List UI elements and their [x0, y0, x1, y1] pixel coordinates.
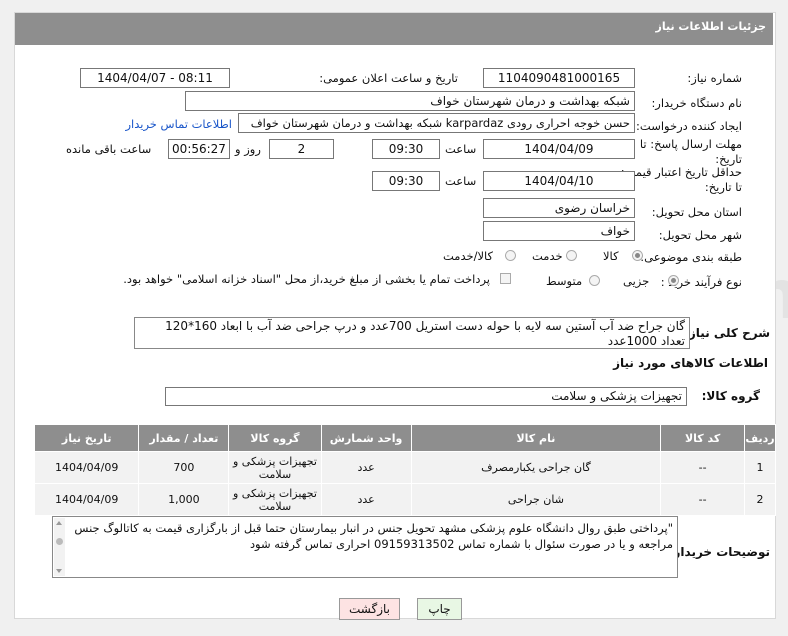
category-option-goods: کالا	[603, 249, 619, 263]
buyer-notes-text[interactable]: "پرداختی طبق روال دانشگاه علوم پزشکی مشه…	[67, 520, 673, 575]
category-radio-service[interactable]	[566, 250, 577, 261]
reply-time-label: ساعت	[445, 142, 477, 156]
goods-group-label: گروه کالا:	[701, 389, 760, 403]
delivery-province-field: خراسان رضوی	[483, 198, 635, 218]
treasury-payment-checkbox[interactable]	[500, 273, 511, 284]
cell-unit: عدد	[320, 451, 412, 484]
buyer-contact-link[interactable]: اطلاعات تماس خریدار	[125, 117, 232, 131]
category-option-goods-service: کالا/خدمت	[443, 249, 494, 263]
category-radio-goods-service[interactable]	[505, 250, 516, 261]
col-unit: واحد شمارش	[320, 424, 412, 452]
cell-code: --	[660, 483, 746, 516]
price-validity-label: حداقل تاریخ اعتبار قیمت: تا تاریخ:	[620, 165, 742, 194]
price-validity-date: 1404/04/10	[483, 171, 635, 191]
general-desc-textarea[interactable]: گان جراح ضد آب آستین سه لایه با حوله دست…	[134, 317, 690, 349]
scroll-down-icon[interactable]	[56, 569, 62, 573]
delivery-city-label: شهر محل تحویل:	[658, 228, 742, 242]
requester-label: ایجاد کننده درخواست:	[636, 119, 742, 133]
cell-group: تجهیزات پزشکی و سلامت	[228, 483, 322, 516]
remaining-time-label: ساعت باقی مانده	[66, 142, 152, 156]
need-number-field: 1104090481000165	[483, 68, 635, 88]
col-code: کد کالا	[660, 424, 746, 452]
goods-table: ردیف کد کالا نام کالا واحد شمارش گروه کا…	[33, 424, 776, 516]
process-option-medium: متوسط	[546, 274, 583, 288]
category-option-service: خدمت	[532, 249, 563, 263]
category-radio-goods[interactable]	[632, 250, 643, 261]
remaining-time-field: 00:56:27	[168, 139, 230, 159]
cell-date: 1404/04/09	[33, 451, 140, 484]
col-row: ردیف	[744, 424, 776, 452]
col-date: تاریخ نیاز	[33, 424, 140, 452]
delivery-province-label: استان محل تحویل:	[651, 205, 742, 219]
delivery-city-field: خواف	[483, 221, 635, 241]
goods-table-header: ردیف کد کالا نام کالا واحد شمارش گروه کا…	[33, 424, 776, 452]
reply-days-field: 2	[269, 139, 334, 159]
cell-date: 1404/04/09	[33, 483, 140, 516]
buyer-org-label: نام دستگاه خریدار:	[651, 96, 742, 110]
reply-deadline-date: 1404/04/09	[483, 139, 635, 159]
treasury-payment-note: پرداخت تمام یا بخشی از مبلغ خرید،از محل …	[123, 272, 490, 286]
goods-group-field: تجهیزات پزشکی و سلامت	[165, 387, 687, 406]
col-name: نام کالا	[410, 424, 662, 452]
requester-field: حسن خوجه احراری رودی karpardaz شبکه بهدا…	[238, 113, 635, 133]
process-radio-minor[interactable]	[668, 275, 679, 286]
print-button[interactable]: چاپ	[417, 598, 462, 620]
buyer-notes-label: توضیحات خریدار:	[668, 545, 770, 559]
buyer-notes-scrollbar[interactable]	[54, 518, 65, 576]
goods-section-title: اطلاعات کالاهای مورد نیاز	[613, 356, 768, 370]
process-option-minor: جزیی	[623, 274, 650, 288]
announce-datetime-label: تاریخ و ساعت اعلان عمومی:	[319, 71, 458, 85]
scroll-up-icon[interactable]	[56, 521, 62, 525]
process-radio-medium[interactable]	[589, 275, 600, 286]
cell-unit: عدد	[320, 483, 412, 516]
scroll-thumb[interactable]	[56, 538, 63, 545]
cell-qty: 1,000	[138, 483, 230, 516]
cell-row: 1	[744, 451, 776, 484]
buyer-org-field: شبکه بهداشت و درمان شهرستان خواف	[185, 91, 635, 111]
category-label: طبقه بندی موضوعی:	[640, 250, 742, 264]
reply-deadline-time: 09:30	[372, 139, 440, 159]
reply-days-label: روز و	[235, 142, 261, 156]
need-number-label: شماره نیاز:	[687, 71, 742, 85]
cell-name: شان جراحی	[410, 483, 662, 516]
price-validity-time-label: ساعت	[445, 174, 477, 188]
cell-name: گان جراحی یکبارمصرف	[410, 451, 662, 484]
panel-title: جزئیات اطلاعات نیاز	[655, 20, 767, 33]
back-button[interactable]: بازگشت	[339, 598, 400, 620]
general-desc-label: شرح کلی نیاز:	[684, 326, 770, 340]
cell-qty: 700	[138, 451, 230, 484]
cell-row: 2	[744, 483, 776, 516]
col-group: گروه کالا	[228, 424, 322, 452]
announce-datetime-field: 1404/04/07 - 08:11	[80, 68, 230, 88]
table-row: 2 -- شان جراحی عدد تجهیزات پزشکی و سلامت…	[33, 483, 776, 516]
buyer-notes-box: "پرداختی طبق روال دانشگاه علوم پزشکی مشه…	[52, 516, 678, 578]
price-validity-time: 09:30	[372, 171, 440, 191]
table-row: 1 -- گان جراحی یکبارمصرف عدد تجهیزات پزش…	[33, 451, 776, 484]
reply-deadline-label: مهلت ارسال پاسخ: تا تاریخ:	[639, 137, 742, 166]
col-qty: تعداد / مقدار	[138, 424, 230, 452]
cell-group: تجهیزات پزشکی و سلامت	[228, 451, 322, 484]
cell-code: --	[660, 451, 746, 484]
